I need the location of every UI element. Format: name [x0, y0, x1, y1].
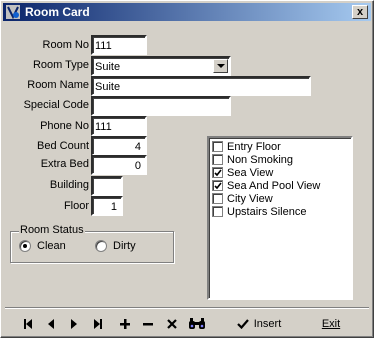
feature-label: Sea View: [227, 166, 274, 179]
features-checklist[interactable]: Entry Floor Non Smoking Sea View Sea And…: [207, 136, 353, 300]
radio-clean-label: Clean: [37, 240, 66, 252]
feature-item-sea-view[interactable]: Sea View: [212, 166, 273, 179]
room-no-field[interactable]: 111: [91, 35, 147, 55]
feature-label: Upstairs Silence: [227, 205, 307, 218]
room-name-field[interactable]: Suite: [91, 76, 311, 96]
building-label: Building: [49, 179, 89, 191]
first-record-button[interactable]: [19, 313, 37, 335]
search-icon: [189, 318, 205, 329]
bed-count-label: Bed Count: [37, 140, 89, 152]
extra-bed-label: Extra Bed: [40, 158, 89, 170]
room-name-label: Room Name: [27, 79, 89, 91]
room-card-window: Room Card x Room No Room Type Room Name …: [0, 0, 374, 338]
add-record-button[interactable]: [116, 313, 134, 335]
room-status-group: Room Status Clean Dirty: [10, 224, 174, 263]
last-record-button[interactable]: [89, 313, 107, 335]
add-icon: [120, 319, 130, 329]
next-record-icon: [71, 319, 77, 329]
cancel-icon: [167, 319, 177, 329]
building-field[interactable]: [91, 176, 123, 196]
radio-dirty[interactable]: Dirty: [95, 240, 136, 252]
close-button[interactable]: x: [352, 5, 368, 19]
room-type-label: Room Type: [32, 59, 89, 71]
room-type-value: Suite: [95, 61, 121, 73]
checkmark-icon: [236, 319, 249, 329]
app-icon: [6, 5, 20, 19]
feature-label: City View: [227, 192, 273, 205]
title-bar[interactable]: Room Card x: [3, 3, 371, 21]
radio-clean[interactable]: Clean: [19, 240, 66, 252]
exit-button[interactable]: Exit: [313, 313, 349, 335]
feature-label: Non Smoking: [227, 153, 294, 166]
checkbox-checked[interactable]: [212, 167, 223, 178]
checkbox[interactable]: [212, 141, 223, 152]
checkbox[interactable]: [212, 206, 223, 217]
delete-record-button[interactable]: [139, 313, 157, 335]
extra-bed-field[interactable]: 0: [91, 155, 147, 175]
insert-label: Insert: [253, 318, 282, 330]
phone-no-field[interactable]: 111: [91, 116, 147, 136]
radio-dirty-label: Dirty: [113, 240, 136, 252]
checkbox[interactable]: [212, 193, 223, 204]
search-button[interactable]: [186, 313, 208, 335]
feature-item-city-view[interactable]: City View: [212, 192, 273, 205]
last-record-icon: [94, 319, 102, 329]
feature-item-sea-and-pool-view[interactable]: Sea And Pool View: [212, 179, 320, 192]
room-status-title: Room Status: [19, 224, 85, 236]
chevron-down-icon[interactable]: [213, 59, 228, 73]
room-type-select[interactable]: Suite: [91, 56, 231, 76]
feature-item-non-smoking[interactable]: Non Smoking: [212, 153, 293, 166]
floor-label: Floor: [63, 200, 89, 212]
exit-label: Exit: [321, 318, 341, 330]
checkbox[interactable]: [212, 154, 223, 165]
phone-no-label: Phone No: [40, 120, 89, 132]
prior-record-icon: [48, 319, 54, 329]
insert-button[interactable]: Insert: [233, 313, 285, 335]
feature-item-entry-floor[interactable]: Entry Floor: [212, 140, 281, 153]
feature-label: Entry Floor: [227, 140, 281, 153]
cancel-button[interactable]: [163, 313, 181, 335]
checkmark-icon: [214, 182, 222, 190]
toolbar-divider: [5, 307, 369, 309]
checkmark-icon: [214, 169, 222, 177]
special-code-label: Special Code: [23, 99, 89, 111]
feature-label: Sea And Pool View: [227, 179, 321, 192]
prior-record-button[interactable]: [42, 313, 60, 335]
radio-dirty-indicator[interactable]: [95, 240, 107, 252]
room-no-label: Room No: [42, 39, 89, 51]
checkbox-checked[interactable]: [212, 180, 223, 191]
feature-item-upstairs-silence[interactable]: Upstairs Silence: [212, 205, 306, 218]
window-title: Room Card: [25, 5, 90, 19]
radio-clean-indicator[interactable]: [19, 240, 31, 252]
bed-count-field[interactable]: 4: [91, 136, 147, 156]
first-record-icon: [24, 319, 32, 329]
special-code-field[interactable]: [91, 96, 231, 116]
floor-field[interactable]: 1: [91, 196, 123, 216]
delete-icon: [143, 323, 153, 326]
next-record-button[interactable]: [65, 313, 83, 335]
